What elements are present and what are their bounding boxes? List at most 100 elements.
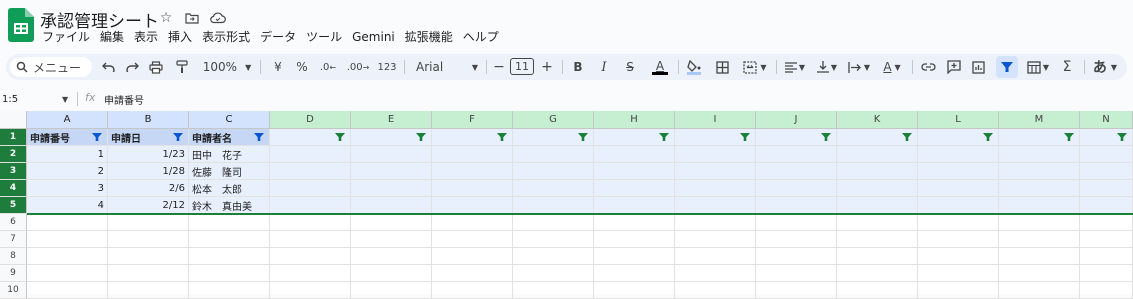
cell[interactable] xyxy=(675,163,756,180)
cell[interactable] xyxy=(351,214,432,231)
star-icon[interactable]: ☆ xyxy=(156,8,176,28)
paint-format-icon[interactable] xyxy=(172,54,192,80)
row-header-9[interactable]: 9 xyxy=(0,265,27,282)
cell[interactable] xyxy=(837,214,918,231)
filter-icon[interactable] xyxy=(254,133,264,141)
cell[interactable] xyxy=(756,163,837,180)
filter-icon[interactable] xyxy=(902,133,912,141)
cell[interactable] xyxy=(108,248,189,265)
functions-icon[interactable]: Σ xyxy=(1058,54,1076,80)
cell[interactable] xyxy=(513,129,594,146)
menu-item[interactable]: 挿入 xyxy=(163,29,197,45)
cell[interactable] xyxy=(837,146,918,163)
cell[interactable] xyxy=(594,197,675,214)
column-header-m[interactable]: M xyxy=(999,111,1080,129)
menu-item[interactable]: ファイル xyxy=(40,29,95,45)
cell[interactable] xyxy=(837,231,918,248)
cell[interactable] xyxy=(270,129,351,146)
cell[interactable] xyxy=(432,163,513,180)
row-header-5[interactable]: 5 xyxy=(0,197,27,214)
cell[interactable] xyxy=(1080,248,1133,265)
cell[interactable] xyxy=(513,163,594,180)
cell[interactable] xyxy=(270,248,351,265)
row-header-8[interactable]: 8 xyxy=(0,248,27,265)
cell[interactable] xyxy=(108,214,189,231)
cell[interactable] xyxy=(837,163,918,180)
column-header-l[interactable]: L xyxy=(918,111,999,129)
cell[interactable] xyxy=(837,180,918,197)
menu-item[interactable]: 表示 xyxy=(129,29,163,45)
cell[interactable] xyxy=(432,248,513,265)
cell[interactable] xyxy=(918,248,999,265)
cell[interactable] xyxy=(837,248,918,265)
cell[interactable] xyxy=(675,282,756,299)
filter-icon[interactable] xyxy=(983,133,993,141)
cell[interactable] xyxy=(513,214,594,231)
cell[interactable] xyxy=(594,265,675,282)
column-header-i[interactable]: I xyxy=(675,111,756,129)
cell[interactable] xyxy=(27,231,108,248)
cell[interactable] xyxy=(675,129,756,146)
row-header-10[interactable]: 10 xyxy=(0,282,27,299)
cell[interactable] xyxy=(594,180,675,197)
cell[interactable] xyxy=(513,248,594,265)
cell[interactable] xyxy=(189,282,270,299)
cell[interactable] xyxy=(837,129,918,146)
cell[interactable] xyxy=(351,129,432,146)
filter-icon[interactable] xyxy=(740,133,750,141)
cell[interactable] xyxy=(270,282,351,299)
sheets-logo[interactable] xyxy=(8,8,34,42)
zoom-select[interactable]: 100% ▼ xyxy=(202,54,252,80)
cell[interactable] xyxy=(432,231,513,248)
column-header-n[interactable]: N xyxy=(1080,111,1133,129)
font-select[interactable]: Arial ▼ xyxy=(410,54,480,80)
menu-item[interactable]: ツール xyxy=(301,29,347,45)
cell[interactable] xyxy=(1080,214,1133,231)
cell[interactable] xyxy=(837,282,918,299)
cell[interactable] xyxy=(189,214,270,231)
cell[interactable] xyxy=(999,214,1080,231)
cell[interactable] xyxy=(351,180,432,197)
cell[interactable] xyxy=(108,231,189,248)
table-cell[interactable]: 3 xyxy=(27,180,108,197)
column-header-j[interactable]: J xyxy=(756,111,837,129)
insert-link-icon[interactable] xyxy=(918,54,938,80)
borders-icon[interactable] xyxy=(712,54,732,80)
cell[interactable] xyxy=(1080,129,1133,146)
cell[interactable] xyxy=(351,146,432,163)
cell[interactable] xyxy=(270,180,351,197)
cell[interactable] xyxy=(594,214,675,231)
cell[interactable] xyxy=(675,197,756,214)
cell[interactable] xyxy=(432,265,513,282)
cell[interactable] xyxy=(999,180,1080,197)
insert-chart-icon[interactable] xyxy=(968,54,988,80)
cell[interactable] xyxy=(675,248,756,265)
cell[interactable] xyxy=(27,214,108,231)
filter-icon[interactable] xyxy=(497,133,507,141)
cell[interactable] xyxy=(756,248,837,265)
column-header-b[interactable]: B xyxy=(108,111,189,129)
cell[interactable] xyxy=(270,197,351,214)
table-cell[interactable]: 1/23 xyxy=(108,146,189,163)
column-header-e[interactable]: E xyxy=(351,111,432,129)
row-header-3[interactable]: 3 xyxy=(0,163,27,180)
cell[interactable] xyxy=(1080,163,1133,180)
column-header-g[interactable]: G xyxy=(513,111,594,129)
column-header-a[interactable]: A xyxy=(27,111,108,129)
cell[interactable] xyxy=(594,163,675,180)
cell[interactable] xyxy=(108,265,189,282)
cell[interactable] xyxy=(999,129,1080,146)
move-folder-icon[interactable] xyxy=(182,8,202,28)
text-color-button[interactable]: A xyxy=(650,54,670,80)
table-cell[interactable]: 佐藤 隆司 xyxy=(189,163,270,180)
cell[interactable] xyxy=(594,146,675,163)
search-menus[interactable]: メニュー xyxy=(10,57,92,77)
bold-button[interactable]: B xyxy=(570,54,586,80)
menu-item[interactable]: ヘルプ xyxy=(458,29,504,45)
cell[interactable] xyxy=(351,248,432,265)
cell[interactable] xyxy=(918,282,999,299)
cell[interactable] xyxy=(351,197,432,214)
undo-icon[interactable] xyxy=(98,54,118,80)
filter-icon[interactable] xyxy=(335,133,345,141)
cell[interactable] xyxy=(675,231,756,248)
